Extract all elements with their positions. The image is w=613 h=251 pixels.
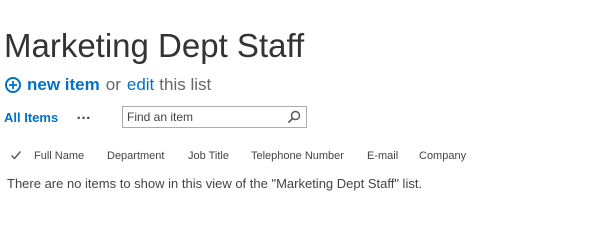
view-toolbar: All Items … <box>4 106 604 130</box>
view-all-items[interactable]: All Items <box>4 110 58 125</box>
new-item-link[interactable]: new item <box>27 73 100 97</box>
more-views-button[interactable]: … <box>76 106 92 123</box>
column-header-telephone-number[interactable]: Telephone Number <box>251 150 344 162</box>
column-header-department[interactable]: Department <box>107 150 164 162</box>
this-list-text: this list <box>159 75 212 94</box>
search-icon[interactable] <box>287 110 301 124</box>
page-title: Marketing Dept Staff <box>4 27 305 65</box>
edit-list-link[interactable]: edit <box>127 73 154 97</box>
column-header-full-name[interactable]: Full Name <box>34 150 84 162</box>
or-text: or <box>105 75 121 94</box>
list-column-headers: Full Name Department Job Title Telephone… <box>0 147 613 165</box>
column-header-job-title[interactable]: Job Title <box>188 150 229 162</box>
checkmark-icon[interactable] <box>10 149 22 161</box>
list-actions: new item or edit this list <box>5 73 211 97</box>
column-header-email[interactable]: E-mail <box>367 150 398 162</box>
search-box <box>122 106 307 128</box>
search-input[interactable] <box>127 108 279 126</box>
plus-circle-icon[interactable] <box>5 77 21 93</box>
empty-list-message: There are no items to show in this view … <box>7 176 423 191</box>
column-header-company[interactable]: Company <box>419 150 466 162</box>
